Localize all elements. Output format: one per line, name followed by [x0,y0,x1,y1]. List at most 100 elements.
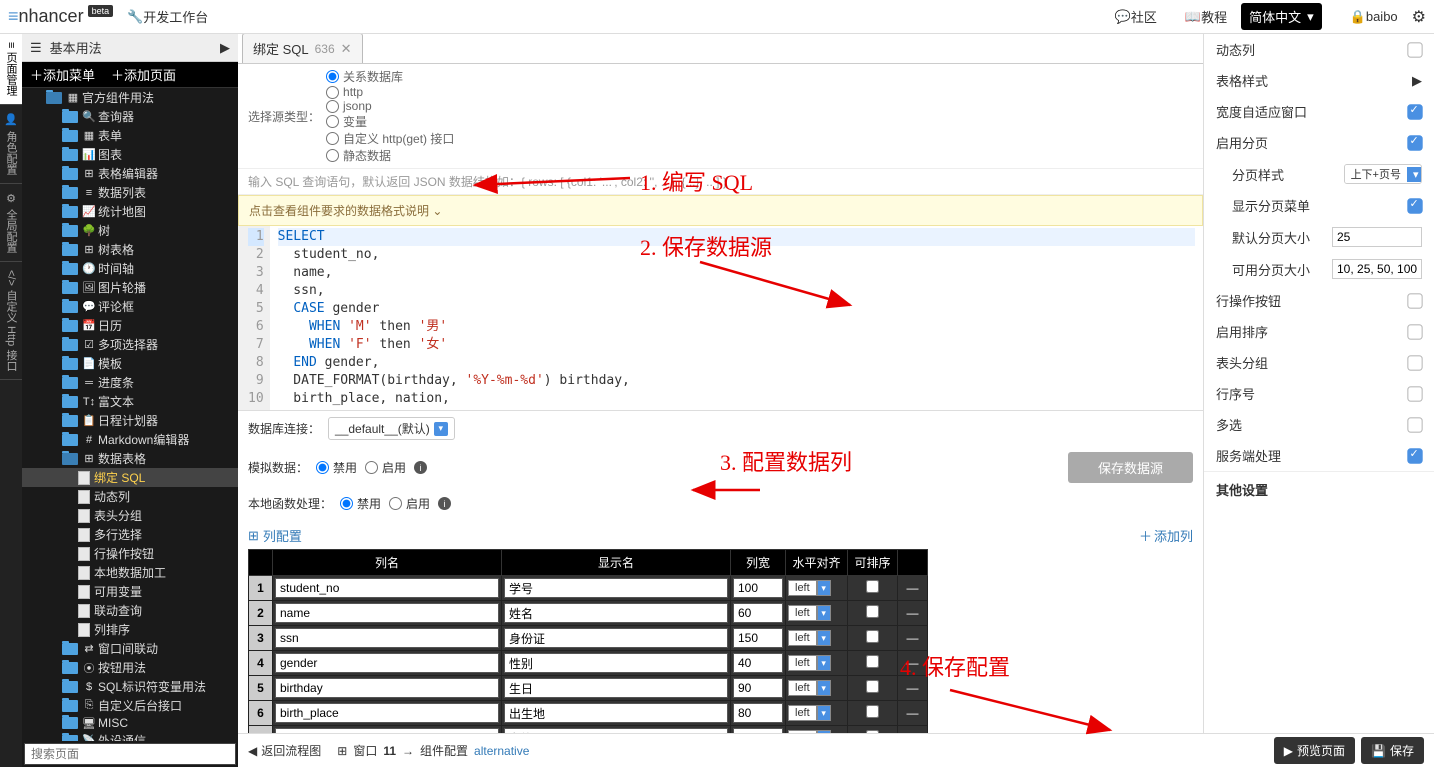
sql-editor[interactable]: 12345678910 SELECT student_no, name, ssn… [238,226,1203,411]
remove-row-button[interactable]: — [898,626,928,651]
page-style-select[interactable]: 上下+页号▾ [1344,164,1422,184]
default-page-size-input[interactable] [1332,227,1422,247]
row-num-checkbox[interactable] [1407,386,1422,401]
tree-folder[interactable]: ≡数据列表 [22,183,238,202]
tree-folder[interactable]: 📋日程计划器 [22,411,238,430]
tree-page[interactable]: 可用变量 [22,582,238,601]
tree-folder[interactable]: 💬评论框 [22,297,238,316]
user-menu[interactable]: 🔒 baibo [1350,9,1398,25]
info-icon[interactable]: i [438,497,451,510]
tree-page[interactable]: 动态列 [22,487,238,506]
paging-checkbox[interactable] [1407,135,1422,150]
close-icon[interactable]: ✕ [341,41,352,57]
nav-tree[interactable]: ▦官方组件用法🔍查询器▦表单📊图表⊞表格编辑器≡数据列表📈统计地图🌳树⊞树表格🕐… [22,88,238,741]
source-type-radio[interactable] [326,70,339,83]
tree-folder[interactable]: ═进度条 [22,373,238,392]
header-group-checkbox[interactable] [1407,355,1422,370]
tree-folder[interactable]: 🖼图片轮播 [22,278,238,297]
add-column-button[interactable]: ＋添加列 [1139,526,1193,545]
tree-folder[interactable]: ▦表单 [22,126,238,145]
tree-page[interactable]: 绑定 SQL [22,468,238,487]
tutorial-link[interactable]: 📖 教程 [1185,7,1227,26]
remove-row-button[interactable]: — [898,701,928,726]
tree-folder[interactable]: T↕富文本 [22,392,238,411]
tree-folder[interactable]: #Markdown编辑器 [22,430,238,449]
enable-sort-checkbox[interactable] [1407,324,1422,339]
tree-folder[interactable]: 🖥MISC [22,715,238,731]
logo[interactable]: ≡nhancer beta [8,6,113,27]
tree-folder[interactable]: ⊞数据表格 [22,449,238,468]
tree-folder[interactable]: ⦿按钮用法 [22,658,238,677]
col-name-input[interactable] [275,628,499,648]
source-type-radio[interactable] [326,86,339,99]
dynamic-col-checkbox[interactable] [1407,42,1422,57]
mock-disable-radio[interactable] [316,461,329,474]
workbench-link[interactable]: 🔧 开发工作台 [127,7,208,26]
forward-icon[interactable]: ▶ [220,40,230,56]
col-width-input[interactable] [733,603,783,623]
sortable-checkbox[interactable] [866,605,879,618]
tree-folder[interactable]: 🕐时间轴 [22,259,238,278]
tree-page[interactable]: 联动查询 [22,601,238,620]
row-actions-checkbox[interactable] [1407,293,1422,308]
col-width-input[interactable] [733,628,783,648]
align-select[interactable]: left▾ [788,680,845,696]
col-name-input[interactable] [275,653,499,673]
community-link[interactable]: 💬 社区 [1115,7,1157,26]
tree-folder[interactable]: 🔍查询器 [22,107,238,126]
tree-folder[interactable]: $SQL标识符变量用法 [22,677,238,696]
back-to-flow-button[interactable]: ◀ 返回流程图 [248,742,321,759]
col-name-input[interactable] [275,578,499,598]
align-select[interactable]: left▾ [788,580,845,596]
align-select[interactable]: left▾ [788,655,845,671]
align-select[interactable]: left▾ [788,705,845,721]
avail-page-size-input[interactable] [1332,259,1422,279]
mock-enable-radio[interactable] [365,461,378,474]
align-select[interactable]: left▾ [788,630,845,646]
source-type-radio[interactable] [326,132,339,145]
tree-page[interactable]: 表头分组 [22,506,238,525]
source-type-radio[interactable] [326,115,339,128]
col-width-input[interactable] [733,653,783,673]
display-name-input[interactable] [504,653,728,673]
source-type-radio[interactable] [326,149,339,162]
sortable-checkbox[interactable] [866,705,879,718]
remove-row-button[interactable]: — [898,676,928,701]
remove-row-button[interactable]: — [898,576,928,601]
server-side-checkbox[interactable] [1407,448,1422,463]
save-button[interactable]: 💾保存 [1361,737,1424,764]
tab-bind-sql[interactable]: 绑定 SQL 636 ✕ [242,34,363,63]
info-icon[interactable]: i [414,461,427,474]
left-tab-global[interactable]: ⚙全局配置 [0,184,22,262]
db-connection-select[interactable]: __default__(默认)▾ [328,417,455,440]
tree-folder[interactable]: ⇄窗口间联动 [22,639,238,658]
search-input[interactable] [24,743,236,765]
col-width-input[interactable] [733,678,783,698]
display-name-input[interactable] [504,628,728,648]
remove-row-button[interactable]: — [898,601,928,626]
left-tab-role[interactable]: 👤角色配置 [0,105,22,183]
show-paging-menu-checkbox[interactable] [1407,198,1422,213]
source-type-radio[interactable] [326,100,339,113]
settings-icon[interactable]: ⚙ [1412,7,1426,27]
col-width-input[interactable] [733,578,783,598]
localfn-enable-radio[interactable] [389,497,402,510]
align-select[interactable]: left▾ [788,605,845,621]
display-name-input[interactable] [504,603,728,623]
tree-page[interactable]: 列排序 [22,620,238,639]
display-name-input[interactable] [504,578,728,598]
tree-folder[interactable]: ⎘自定义后台接口 [22,696,238,715]
tree-folder[interactable]: ⊞表格编辑器 [22,164,238,183]
tree-folder[interactable]: ☑多项选择器 [22,335,238,354]
col-name-input[interactable] [275,703,499,723]
tree-page[interactable]: 行操作按钮 [22,544,238,563]
tree-folder[interactable]: 📄模板 [22,354,238,373]
left-tab-http[interactable]: </>自定义 Http 接口 [0,262,22,380]
burger-icon[interactable]: ☰ [30,40,42,56]
sortable-checkbox[interactable] [866,630,879,643]
tree-folder[interactable]: 📅日历 [22,316,238,335]
sortable-checkbox[interactable] [866,655,879,668]
multi-select-checkbox[interactable] [1407,417,1422,432]
tree-folder[interactable]: ⊞树表格 [22,240,238,259]
sortable-checkbox[interactable] [866,680,879,693]
